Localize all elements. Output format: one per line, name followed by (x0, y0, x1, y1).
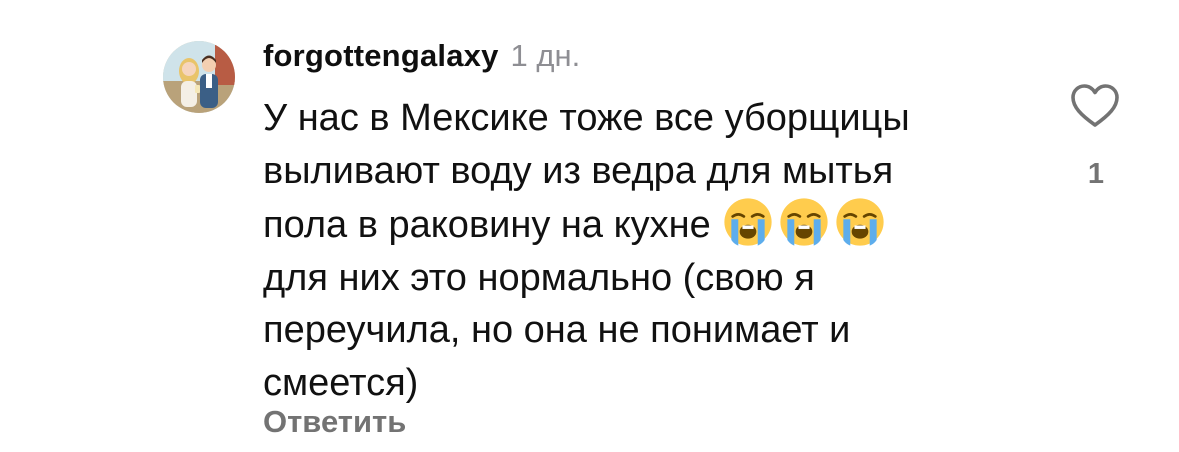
comment-line: пола в раковину на кухне (263, 204, 711, 246)
reply-button[interactable]: Ответить (263, 404, 406, 440)
loudly-crying-face-emoji-icon (724, 198, 772, 246)
avatar[interactable] (163, 41, 235, 113)
comment-timestamp: 1 дн. (510, 38, 581, 73)
heart-outline-icon[interactable] (1071, 84, 1119, 128)
comment-header: forgottengalaxy 1 дн. (263, 38, 580, 82)
loudly-crying-face-emoji-icon (836, 198, 884, 246)
comment-line: выливают воду из ведра для мытья (263, 149, 894, 192)
comment-line: смеется) (263, 361, 419, 404)
avatar-illustration (163, 41, 235, 113)
loudly-crying-face-emoji-icon (780, 198, 828, 246)
comment-text: У нас в Мексике тоже все уборщицы вылива… (263, 92, 1023, 409)
username-link[interactable]: forgottengalaxy (263, 38, 499, 74)
comment-line: для них это нормально (свою я (263, 256, 815, 299)
comment-line: переучила, но она не понимает и (263, 309, 851, 351)
like-count: 1 (1087, 158, 1105, 190)
comment-line-with-emojis: пола в раковину на кухне (263, 197, 1023, 252)
comment-line: У нас в Мексике тоже все уборщицы (263, 97, 910, 139)
comment-item: forgottengalaxy 1 дн. У нас в Мексике то… (0, 0, 1179, 452)
